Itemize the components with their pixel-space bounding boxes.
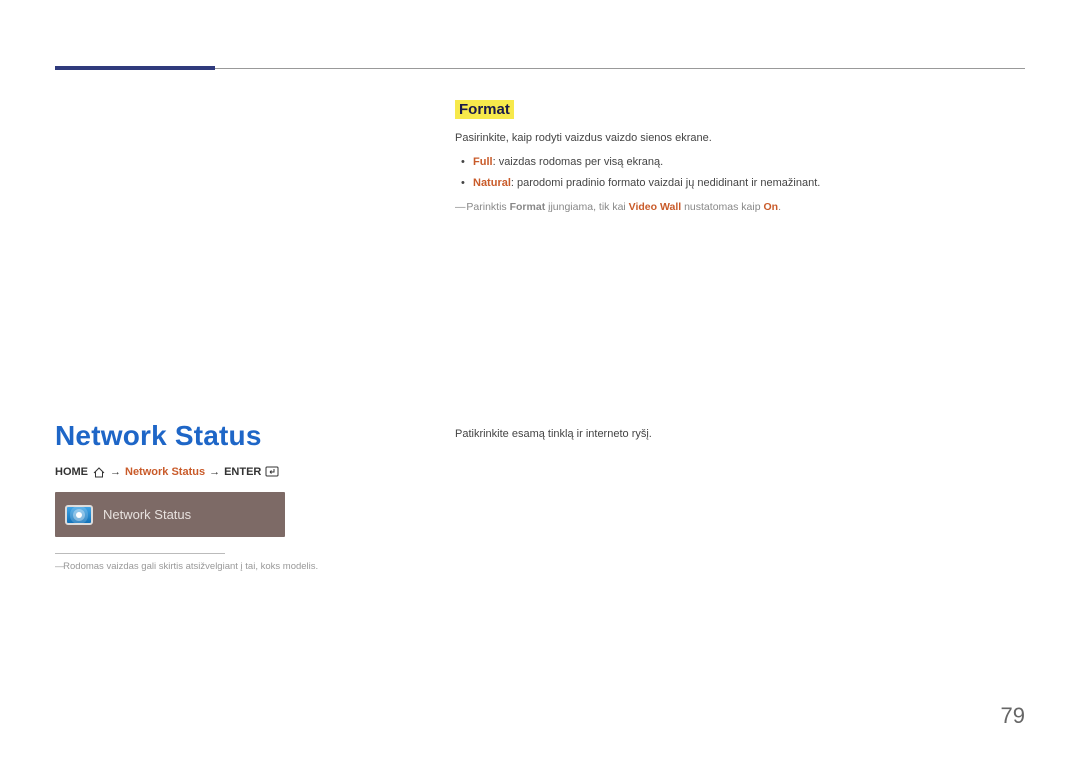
document-page: Format Pasirinkite, kaip rodyti vaizdus … xyxy=(0,0,1080,763)
tile-label: Network Status xyxy=(103,507,191,522)
format-heading: Format xyxy=(455,100,514,119)
home-icon xyxy=(92,466,106,478)
format-note: Parinktis Format įjungiama, tik kai Vide… xyxy=(455,199,1020,216)
breadcrumb: HOME → Network Status → ENTER xyxy=(55,466,415,478)
note-t2: Video Wall xyxy=(629,201,682,213)
arrow-icon: → xyxy=(110,466,121,478)
format-section: Format Pasirinkite, kaip rodyti vaizdus … xyxy=(455,100,1020,216)
network-status-right: Patikrinkite esamą tinklą ir interneto r… xyxy=(455,425,1020,444)
wifi-monitor-icon xyxy=(65,505,93,525)
network-description: Patikrinkite esamą tinklą ir interneto r… xyxy=(455,425,1020,444)
header-accent xyxy=(55,66,215,70)
note-mid: įjungiama, tik kai xyxy=(545,201,628,213)
page-number: 79 xyxy=(1001,703,1025,729)
bullet-term: Natural xyxy=(473,177,511,189)
arrow-icon: → xyxy=(209,466,220,478)
network-status-tile: Network Status xyxy=(55,492,285,537)
network-status-left: Network Status HOME → Network Status → E… xyxy=(55,420,415,574)
separator xyxy=(55,553,225,554)
note-mid2: nustatomas kaip xyxy=(681,201,763,213)
format-intro: Pasirinkite, kaip rodyti vaizdus vaizdo … xyxy=(455,129,1020,148)
breadcrumb-home: HOME xyxy=(55,466,88,478)
bullet-term: Full xyxy=(473,156,493,168)
note-pre: Parinktis xyxy=(466,201,509,213)
enter-icon xyxy=(265,466,281,478)
note-t1: Format xyxy=(510,201,546,213)
bullet-natural: Natural: parodomi pradinio formato vaizd… xyxy=(473,173,1020,194)
network-status-heading: Network Status xyxy=(55,420,415,452)
footnote: Rodomas vaizdas gali skirtis atsižvelgia… xyxy=(55,560,415,574)
note-t3: On xyxy=(763,201,778,213)
breadcrumb-enter: ENTER xyxy=(224,466,261,478)
note-end: . xyxy=(778,201,781,213)
breadcrumb-network: Network Status xyxy=(125,466,205,478)
bullet-desc: parodomi pradinio formato vaizdai jų ned… xyxy=(517,177,820,189)
bullet-desc: vaizdas rodomas per visą ekraną. xyxy=(499,156,663,168)
bullet-full: Full: vaizdas rodomas per visą ekraną. xyxy=(473,152,1020,173)
format-bullets: Full: vaizdas rodomas per visą ekraną. N… xyxy=(455,152,1020,194)
